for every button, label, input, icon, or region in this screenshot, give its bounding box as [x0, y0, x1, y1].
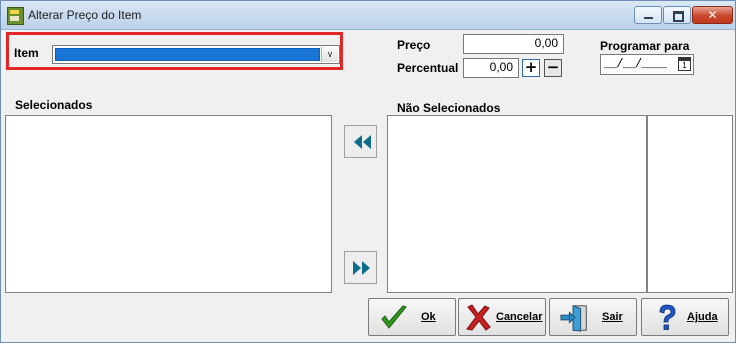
item-dropdown[interactable]: ∨	[52, 45, 340, 64]
minimize-button[interactable]	[634, 6, 662, 24]
chevron-down-icon[interactable]: ∨	[321, 47, 338, 62]
window-title: Alterar Preço do Item	[28, 8, 142, 22]
ajuda-label: Ajuda	[687, 311, 718, 323]
programar-date-field[interactable]: __/__/____ 1	[600, 54, 694, 75]
move-right-button[interactable]	[344, 251, 377, 284]
nao-selecionados-list-column[interactable]	[647, 115, 733, 293]
checkmark-icon	[381, 305, 407, 329]
app-icon	[7, 7, 24, 25]
item-dropdown-selection	[55, 48, 320, 61]
cancelar-label: Cancelar	[496, 311, 543, 323]
maximize-icon	[673, 11, 684, 22]
sair-button[interactable]: Sair	[549, 298, 637, 336]
calendar-icon[interactable]: 1	[678, 57, 691, 71]
help-question-icon	[659, 304, 676, 330]
item-label: Item	[14, 46, 39, 60]
nao-selecionados-list[interactable]	[387, 115, 647, 293]
title-bar[interactable]: Alterar Preço do Item ✕	[1, 1, 735, 30]
close-icon: ✕	[707, 8, 718, 22]
move-left-button[interactable]	[344, 125, 377, 158]
preco-input[interactable]: 0,00	[463, 34, 564, 54]
close-button[interactable]: ✕	[692, 6, 733, 24]
sair-label: Sair	[602, 311, 623, 323]
double-left-arrow-icon	[354, 135, 371, 149]
percentual-label: Percentual	[397, 61, 459, 75]
minimize-icon	[644, 17, 653, 19]
nao-selecionados-label: Não Selecionados	[397, 101, 501, 115]
selecionados-list[interactable]	[5, 115, 332, 293]
item-field-group: Item ∨	[6, 32, 343, 70]
exit-door-icon	[560, 305, 587, 332]
alterar-preco-window: Alterar Preço do Item ✕ Item ∨ Preço 0,0…	[0, 0, 736, 343]
move-buttons-panel	[339, 115, 387, 293]
percentual-input[interactable]: 0,00	[463, 58, 519, 78]
ok-button[interactable]: Ok	[368, 298, 456, 336]
maximize-button[interactable]	[663, 6, 691, 24]
minus-button[interactable]: −	[544, 59, 562, 77]
cancel-x-icon	[466, 304, 491, 331]
programar-label: Programar para	[600, 39, 690, 53]
preco-label: Preço	[397, 38, 431, 52]
cancelar-button[interactable]: Cancelar	[458, 298, 546, 336]
ok-label: Ok	[421, 311, 436, 323]
selecionados-label: Selecionados	[15, 98, 93, 112]
date-value: __/__/____	[604, 57, 667, 71]
double-right-arrow-icon	[353, 261, 370, 275]
ajuda-button[interactable]: Ajuda	[641, 298, 729, 336]
plus-button[interactable]: +	[522, 59, 540, 77]
